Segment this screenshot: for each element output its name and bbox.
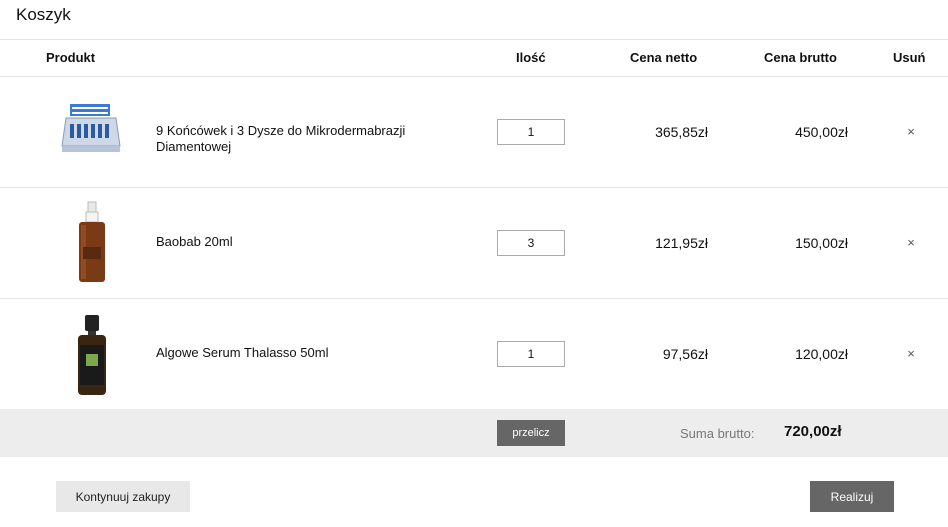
cart-row: 9 Końcówek i 3 Dysze do Mikrodermabrazji… [0,77,948,187]
total-label: Suma brutto: [680,426,755,441]
net-price: 97,56zł [662,346,708,362]
column-header-net-price: Cena netto [630,50,698,65]
continue-shopping-button[interactable]: Kontynuuj zakupy [56,481,190,512]
cart-row: Algowe Serum Thalasso 50ml 97,56zł 120,0… [0,299,948,409]
close-icon[interactable]: × [904,124,918,139]
product-name[interactable]: Algowe Serum Thalasso 50ml [156,345,456,361]
summary-bar: przelicz Suma brutto: 720,00zł [0,409,948,457]
net-price: 365,85zł [655,124,708,140]
gross-price: 120,00zł [795,346,848,362]
product-image-algae-serum[interactable] [48,310,136,398]
gross-price: 450,00zł [795,124,848,140]
column-header-quantity: Ilość [516,50,546,65]
cart-row: Baobab 20ml 121,95zł 150,00zł × [0,188,948,298]
quantity-input[interactable] [497,119,565,145]
close-icon[interactable]: × [904,235,918,250]
column-header-gross-price: Cena brutto [764,50,837,65]
gross-price: 150,00zł [795,235,848,251]
net-price: 121,95zł [655,235,708,251]
quantity-input[interactable] [497,341,565,367]
product-name[interactable]: Baobab 20ml [156,234,456,250]
recalculate-button[interactable]: przelicz [497,420,565,446]
total-value: 720,00zł [784,423,842,440]
place-order-button[interactable]: Realizuj [810,481,894,512]
page-title: Koszyk [16,5,71,24]
divider [0,39,948,40]
product-image-baobab[interactable] [48,199,136,287]
column-header-product: Produkt [46,50,96,65]
quantity-input[interactable] [497,230,565,256]
column-header-remove: Usuń [893,50,926,65]
product-image-tips-kit[interactable] [48,88,136,176]
product-name[interactable]: 9 Końcówek i 3 Dysze do Mikrodermabrazji… [156,123,456,155]
close-icon[interactable]: × [904,346,918,361]
